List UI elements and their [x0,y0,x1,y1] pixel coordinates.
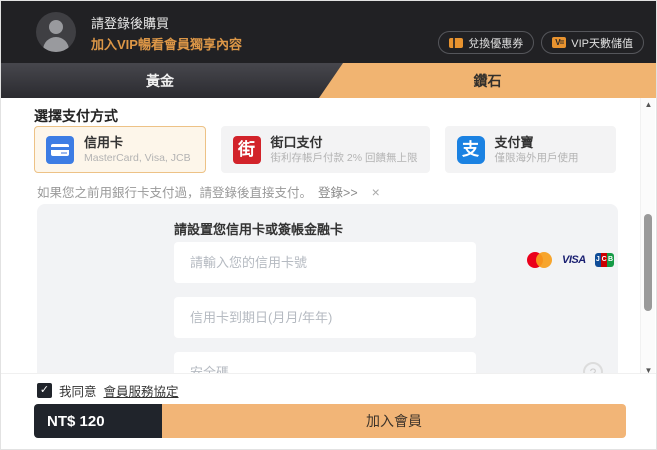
agree-checkbox[interactable]: ✓ [37,383,52,398]
join-member-button[interactable]: 加入會員 [162,404,626,438]
terms-agreement: ✓ 我同意 會員服務協定 [37,381,179,400]
tab-gold[interactable]: 黃金 [1,63,319,98]
card-expiry-input[interactable] [174,297,476,338]
price-display: NT$ 120 [34,404,162,438]
method-desc: 僅限海外用戶使用 [494,152,579,164]
method-name: 支付寶 [494,135,534,150]
header-actions: 兌換優惠券 V= VIP天數儲值 [438,31,644,54]
vip-promo-text: 加入VIP暢看會員獨享內容 [91,37,242,52]
card-number-input[interactable] [174,242,476,283]
header: 請登錄後購買 加入VIP暢看會員獨享內容 兌換優惠券 V= VIP天數儲值 [1,1,656,63]
card-form: 請設置您信用卡或簽帳金融卡 VISA JCB ? [37,204,618,375]
payment-method-credit-card[interactable]: 信用卡 MasterCard, Visa, JCB [34,126,206,173]
login-notice: 如果您之前用銀行卡支付過，請登錄後直接支付。 登錄>> × [37,182,380,201]
payment-method-alipay[interactable]: 支 支付寶 僅限海外用戶使用 [444,126,617,173]
avatar-person-icon-body [43,37,69,52]
notice-text: 如果您之前用銀行卡支付過，請登錄後直接支付。 [37,186,313,200]
payment-content: 選擇支付方式 信用卡 MasterCard, Visa, JCB 街 街口支付 … [1,98,656,375]
close-notice-icon[interactable]: × [372,184,380,200]
plan-tabs: 黃金 鑽石 [1,63,656,98]
jkopay-icon: 街 [232,135,261,164]
payment-method-jkopay[interactable]: 街 街口支付 街利存帳戶付款 2% 回饋無上限 [220,126,430,173]
login-prompt: 請登錄後購買 [91,16,170,31]
vip-days-topup-label: VIP天數儲值 [571,37,633,50]
alipay-icon: 支 [456,135,485,164]
vip-days-topup-button[interactable]: V= VIP天數儲值 [541,31,644,54]
agree-label: 我同意 [59,385,97,399]
avatar[interactable] [36,12,76,52]
payment-methods: 信用卡 MasterCard, Visa, JCB 街 街口支付 街利存帳戶付款… [34,126,617,173]
tab-diamond[interactable]: 鑽石 [319,63,656,98]
jcb-icon: JCB [594,253,614,267]
card-brand-icons: VISA JCB [527,252,614,268]
login-link[interactable]: 登錄>> [318,182,358,201]
pay-bar: NT$ 120 加入會員 [34,404,626,438]
visa-icon: VISA [562,254,586,266]
card-cvv-input[interactable] [174,352,476,375]
redeem-coupon-label: 兌換優惠券 [468,37,524,50]
scrollbar-thumb[interactable] [644,214,652,311]
scroll-up-arrow-icon[interactable]: ▲ [641,98,656,112]
mastercard-icon [527,252,553,268]
method-name: 街口支付 [270,135,323,150]
redeem-coupon-button[interactable]: 兌換優惠券 [438,31,535,54]
vip-purchase-dialog: 請登錄後購買 加入VIP暢看會員獨享內容 兌換優惠券 V= VIP天數儲值 黃金… [0,0,657,450]
card-form-title: 請設置您信用卡或簽帳金融卡 [174,222,344,237]
vip-coin-icon: V= [552,37,567,48]
credit-card-icon [46,135,74,164]
avatar-person-icon [49,20,63,34]
method-desc: 街利存帳戶付款 2% 回饋無上限 [270,152,418,164]
scrollbar: ▲ ▼ [640,98,655,378]
terms-link[interactable]: 會員服務協定 [104,381,179,400]
coupon-ticket-icon [449,36,464,49]
footer: ✓ 我同意 會員服務協定 NT$ 120 加入會員 [1,373,656,449]
method-desc: MasterCard, Visa, JCB [84,152,191,164]
payment-section-title: 選擇支付方式 [34,108,118,124]
method-name: 信用卡 [84,135,124,150]
